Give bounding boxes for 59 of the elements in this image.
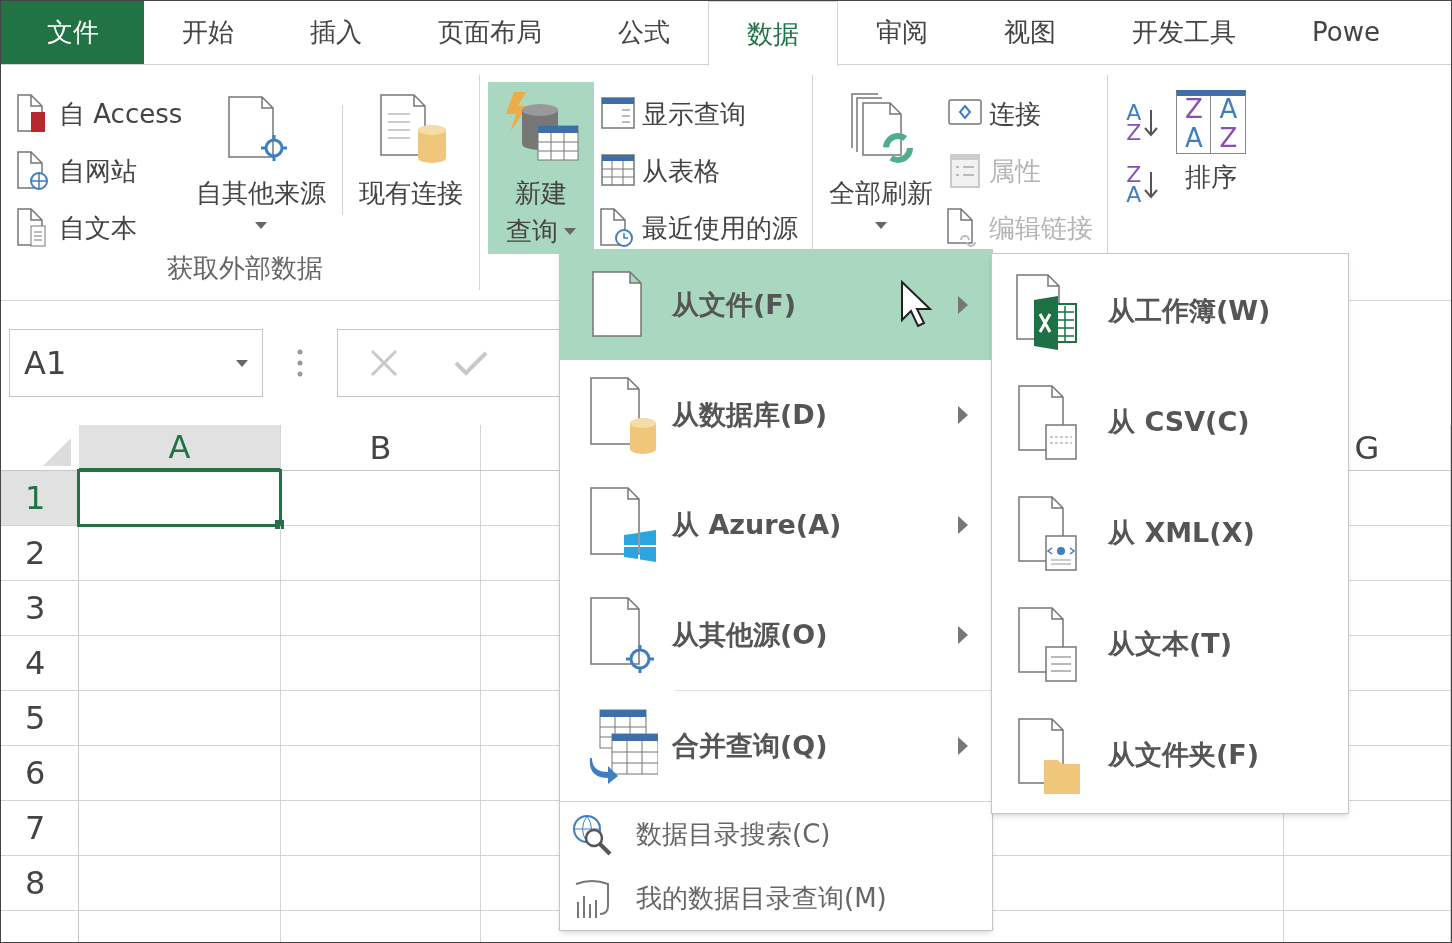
menu-item[interactable]: 从文件(F) — [560, 250, 992, 360]
ribbon-tab[interactable]: 视图 — [966, 1, 1094, 64]
sort-button[interactable]: Z A — [1126, 165, 1159, 205]
ribbon-tab[interactable]: 开发工具 — [1094, 1, 1274, 64]
column-header[interactable]: B — [281, 425, 481, 470]
row-header[interactable]: 1 — [1, 471, 79, 525]
column-header[interactable]: A — [79, 425, 281, 470]
sort-icon: Z A A Z — [1176, 90, 1247, 154]
ribbon-tab[interactable]: 页面布局 — [400, 1, 580, 64]
ribbon-button[interactable]: 从表格 — [600, 150, 799, 192]
row-header[interactable]: 6 — [1, 746, 79, 800]
row-header[interactable]: 8 — [1, 856, 79, 910]
sort-button[interactable]: A Z — [1126, 103, 1159, 143]
ribbon-button[interactable]: 连接 — [947, 93, 1094, 135]
row-header[interactable]: 3 — [1, 581, 79, 635]
down-arrow-icon — [1144, 109, 1159, 137]
more-options-icon — [297, 349, 303, 377]
ribbon-large-button[interactable]: 自其他来源 — [188, 82, 335, 254]
ribbon-button[interactable]: 自 Access — [17, 93, 183, 135]
button-label: 现有连接 — [359, 177, 464, 210]
row-header[interactable]: 7 — [1, 801, 79, 855]
ribbon-button[interactable]: 显示查询 — [600, 93, 799, 135]
dropdown-caret-icon — [236, 359, 248, 367]
search-icon — [570, 812, 614, 856]
mouse-cursor-icon — [900, 280, 934, 328]
select-all-icon[interactable] — [43, 438, 71, 466]
selected-cell[interactable] — [77, 469, 282, 527]
row-header[interactable]: 5 — [1, 691, 79, 745]
cell-reference: A1 — [24, 343, 67, 384]
group-label: 获取外部数据 — [166, 252, 325, 285]
file-tab[interactable]: 文件 — [1, 1, 144, 64]
button-label: 查询 — [506, 212, 577, 250]
ribbon-tab[interactable]: 审阅 — [838, 1, 966, 64]
button-label: 自其他来源 — [196, 177, 327, 210]
ribbon-button[interactable]: 最近使用的源 — [600, 207, 799, 249]
menu-item[interactable]: 从工作簿(W) — [992, 256, 1348, 367]
ribbon-large-button[interactable]: 现有连接 — [351, 82, 472, 254]
ribbon-tab[interactable]: Powe — [1274, 1, 1418, 64]
name-box[interactable]: A1 — [9, 329, 263, 397]
menu-item[interactable]: 数据目录搜索(C) — [560, 802, 992, 866]
ribbon-tab[interactable]: 开始 — [144, 1, 272, 64]
ribbon-button[interactable]: 自文本 — [17, 207, 183, 249]
check-icon[interactable] — [454, 349, 488, 377]
ribbon-button[interactable]: 自网站 — [17, 150, 183, 192]
ribbon-tab[interactable]: 插入 — [272, 1, 400, 64]
menu-item[interactable]: 从 XML(X) — [992, 478, 1348, 589]
row-header[interactable]: 2 — [1, 526, 79, 580]
close-icon[interactable] — [370, 349, 398, 377]
row-header[interactable]: 4 — [1, 636, 79, 690]
menu-item[interactable]: 从文本(T) — [992, 589, 1348, 700]
down-arrow-icon — [1144, 171, 1159, 199]
ribbon-large-button[interactable]: 新建 查询 — [488, 82, 595, 254]
menu-item[interactable]: 从文件夹(F) — [992, 700, 1348, 811]
button-label: 排序 — [1185, 161, 1238, 194]
ribbon-tab[interactable]: 公式 — [580, 1, 708, 64]
button-label: 新建 — [515, 177, 568, 210]
ribbon-tab[interactable]: 数据 — [708, 1, 838, 66]
button-label: 全部刷新 — [829, 177, 934, 210]
menu-item[interactable]: 我的数据目录查询(M) — [560, 866, 992, 930]
